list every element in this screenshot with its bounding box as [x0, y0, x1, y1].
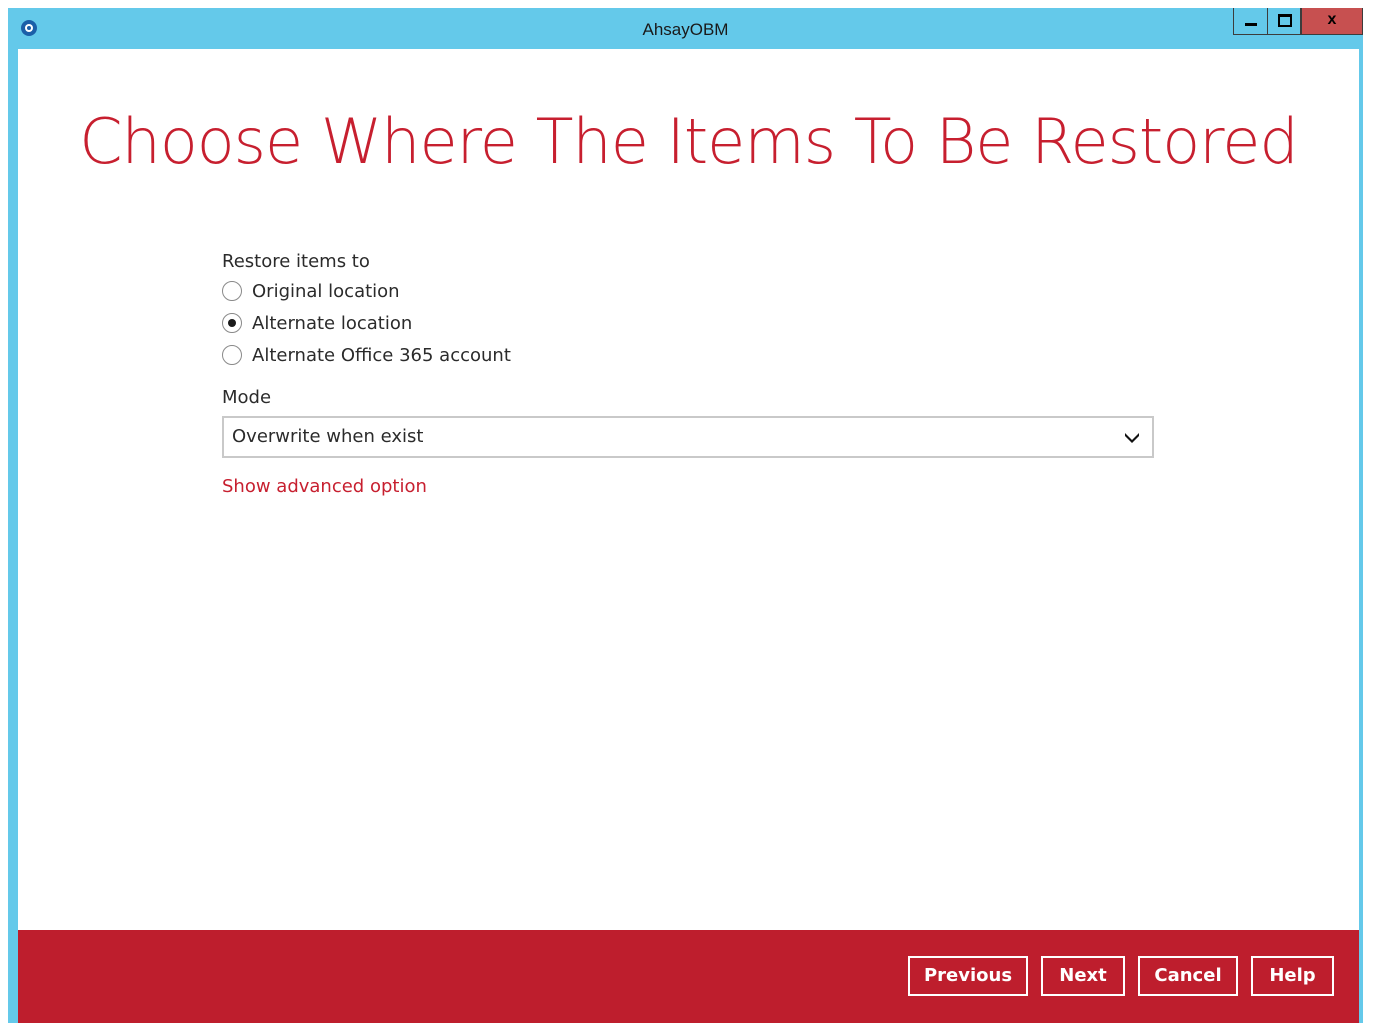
window-title: AhsayOBM [642, 20, 729, 39]
window-controls: x [1233, 8, 1363, 35]
title-bar[interactable]: AhsayOBM x [8, 8, 1363, 49]
maximize-icon [1278, 14, 1292, 27]
restore-items-label: Restore items to [222, 251, 370, 272]
footer-bar: Previous Next Cancel Help [18, 930, 1359, 1023]
mode-selected-value: Overwrite when exist [232, 426, 424, 447]
radio-label: Alternate location [252, 312, 413, 334]
next-button[interactable]: Next [1041, 956, 1125, 996]
help-button[interactable]: Help [1251, 956, 1334, 996]
radio-original-location[interactable]: Original location [222, 275, 1162, 307]
maximize-button[interactable] [1267, 8, 1301, 35]
app-window: AhsayOBM x Choose Where The Items To Be … [8, 8, 1363, 1023]
previous-button[interactable]: Previous [908, 956, 1028, 996]
radio-button[interactable] [222, 313, 242, 333]
radio-label: Original location [252, 280, 400, 302]
main-content: Choose Where The Items To Be Restored Re… [18, 49, 1359, 930]
radio-button[interactable] [222, 281, 242, 301]
radio-alternate-location[interactable]: Alternate location [222, 307, 1162, 339]
close-icon: x [1327, 11, 1337, 28]
footer-buttons: Previous Next Cancel Help [908, 956, 1334, 996]
radio-button[interactable] [222, 345, 242, 365]
mode-select[interactable]: Overwrite when exist [222, 416, 1154, 458]
radio-alternate-office365-account[interactable]: Alternate Office 365 account [222, 339, 1162, 371]
cancel-button[interactable]: Cancel [1138, 956, 1238, 996]
radio-label: Alternate Office 365 account [252, 344, 511, 366]
show-advanced-option-link[interactable]: Show advanced option [222, 476, 427, 497]
minimize-button[interactable] [1233, 8, 1267, 35]
minimize-icon [1245, 23, 1257, 26]
chevron-down-icon [1125, 433, 1139, 443]
mode-label: Mode [222, 387, 272, 408]
restore-form: Restore items to Original location Alter… [222, 249, 1162, 497]
page-title: Choose Where The Items To Be Restored [79, 105, 1299, 178]
close-button[interactable]: x [1301, 8, 1363, 35]
